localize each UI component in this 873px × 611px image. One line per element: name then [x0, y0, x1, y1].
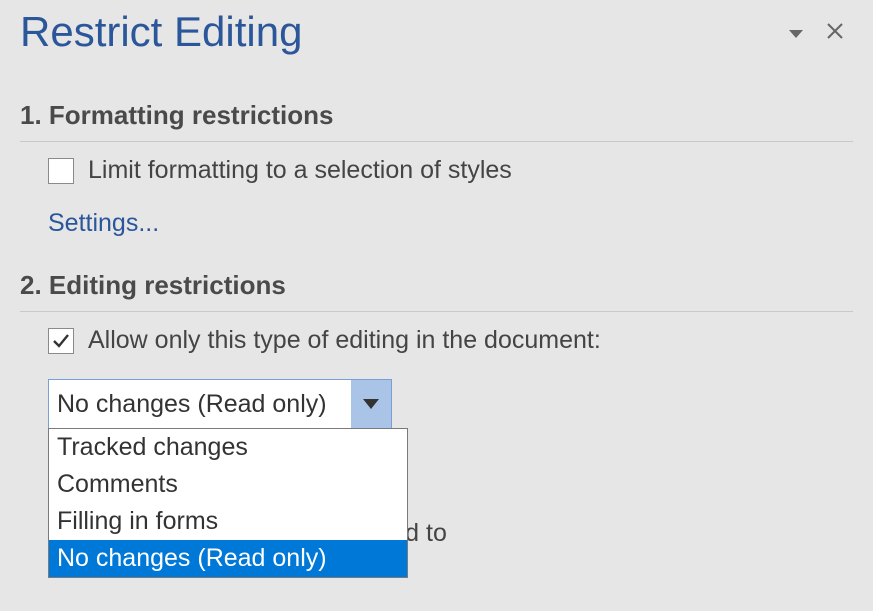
- panel-title: Restrict Editing: [20, 8, 775, 56]
- dropdown-option-tracked-changes[interactable]: Tracked changes: [49, 429, 407, 466]
- dropdown-toggle-button[interactable]: [351, 380, 391, 428]
- editing-type-dropdown[interactable]: No changes (Read only): [48, 379, 392, 429]
- close-button[interactable]: [817, 13, 853, 51]
- settings-link[interactable]: Settings...: [48, 209, 159, 237]
- editing-type-dropdown-list: Tracked changes Comments Filling in form…: [48, 428, 408, 578]
- section-formatting-restrictions: 1. Formatting restrictions Limit formatt…: [20, 100, 853, 238]
- limit-formatting-row: Limit formatting to a selection of style…: [48, 156, 853, 185]
- allow-only-row: Allow only this type of editing in the d…: [48, 326, 853, 355]
- allow-only-checkbox[interactable]: [48, 328, 74, 354]
- limit-formatting-checkbox[interactable]: [48, 158, 74, 184]
- editing-type-selected: No changes (Read only): [49, 380, 351, 428]
- editing-type-dropdown-wrap: No changes (Read only) Tracked changes C…: [48, 379, 392, 429]
- dropdown-option-comments[interactable]: Comments: [49, 466, 407, 503]
- allow-only-label: Allow only this type of editing in the d…: [88, 326, 601, 355]
- panel-header: Restrict Editing: [20, 0, 853, 68]
- dropdown-option-filling-in-forms[interactable]: Filling in forms: [49, 503, 407, 540]
- limit-formatting-label: Limit formatting to a selection of style…: [88, 156, 512, 185]
- section-editing-restrictions: 2. Editing restrictions Allow only this …: [20, 270, 853, 548]
- panel-options-button[interactable]: [775, 14, 817, 51]
- section-heading-editing: 2. Editing restrictions: [20, 270, 853, 312]
- dropdown-option-no-changes[interactable]: No changes (Read only): [49, 540, 407, 577]
- section-heading-formatting: 1. Formatting restrictions: [20, 100, 853, 142]
